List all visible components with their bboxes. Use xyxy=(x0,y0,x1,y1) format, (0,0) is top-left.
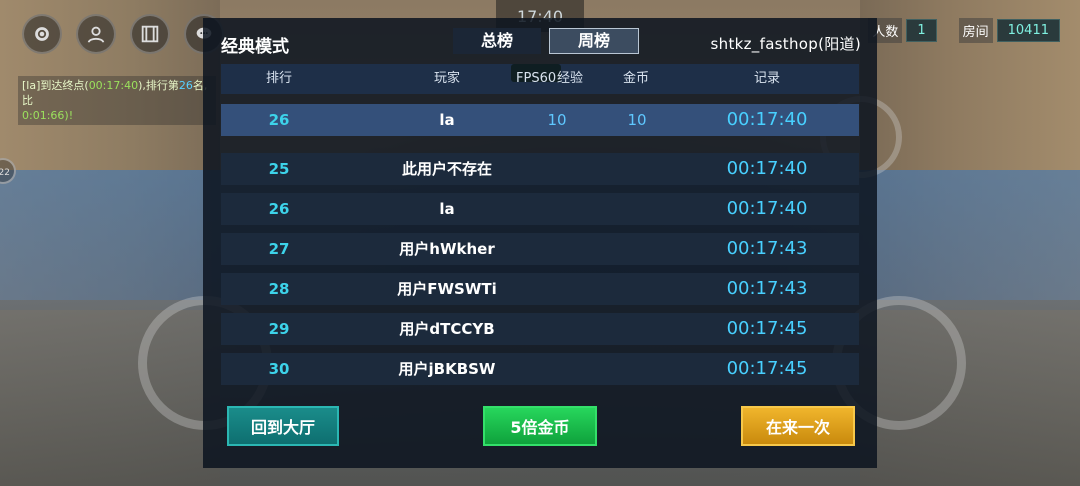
top-left-toolbar xyxy=(22,14,224,54)
players-stat: 人数 1 xyxy=(868,18,937,43)
table-row: 29 用户dTCCYB 00:17:45 xyxy=(221,313,859,345)
my-gold: 10 xyxy=(627,111,647,129)
header-gold: 金币 xyxy=(623,71,650,86)
room-stat: 房间 10411 xyxy=(958,18,1060,43)
header-exp: 经验 xyxy=(557,71,584,86)
row-player: 用户FWSWTi xyxy=(397,280,497,298)
chat-player-name: [la] xyxy=(22,79,41,92)
row-time: 00:17:40 xyxy=(726,158,808,179)
table-header: 排行 玩家 FPS60 经验 金币 记录 xyxy=(221,64,859,94)
my-name: la xyxy=(439,111,455,129)
row-time: 00:17:40 xyxy=(726,198,808,219)
my-rank-row: 26 la 10 10 00:17:40 xyxy=(221,104,859,136)
map-name: shtkz_fasthop(阳道) xyxy=(710,35,861,53)
row-rank: 27 xyxy=(268,240,290,258)
row-player: 此用户不存在 xyxy=(401,160,492,178)
settings-gear-icon[interactable] xyxy=(22,14,62,54)
tab-weekly[interactable]: 周榜 xyxy=(549,28,639,54)
mode-title: 经典模式 xyxy=(221,37,289,57)
play-again-button[interactable]: 在来一次 xyxy=(741,406,855,446)
row-rank: 28 xyxy=(268,280,290,298)
table-row: 28 用户FWSWTi 00:17:43 xyxy=(221,273,859,305)
my-rank: 26 xyxy=(268,111,290,129)
fps-badge: FPS60 xyxy=(511,64,562,86)
room-label: 房间 xyxy=(958,18,993,43)
table-row: 25 此用户不存在 00:17:40 xyxy=(221,153,859,185)
five-times-gold-button[interactable]: 5倍金币 xyxy=(483,406,597,446)
row-player: 用户hWkher xyxy=(399,240,495,258)
row-time: 00:17:43 xyxy=(726,278,808,299)
table-row: 30 用户jBKBSW 00:17:45 xyxy=(221,353,859,385)
row-time: 00:17:45 xyxy=(726,358,808,379)
profile-icon[interactable] xyxy=(76,14,116,54)
row-player: 用户jBKBSW xyxy=(398,360,496,378)
header-record: 记录 xyxy=(753,71,780,86)
room-stats: 人数 1 房间 10411 xyxy=(868,18,1060,43)
tab-overall[interactable]: 总榜 xyxy=(453,28,541,54)
chat-text-4: 0:01:66)! xyxy=(22,109,74,122)
row-player: la xyxy=(439,200,455,218)
row-rank: 30 xyxy=(268,360,290,378)
row-player: 用户dTCCYB xyxy=(399,320,495,338)
chat-text-2: ),排行第 xyxy=(138,79,179,92)
header-rank: 排行 xyxy=(265,71,292,86)
row-rank: 26 xyxy=(268,200,290,218)
film-icon[interactable] xyxy=(130,14,170,54)
leaderboard-tabs: 总榜 周榜 xyxy=(453,28,639,54)
row-time: 00:17:43 xyxy=(726,238,808,259)
table-row: 27 用户hWkher 00:17:43 xyxy=(221,233,859,265)
table-row: 26 la 00:17:40 xyxy=(221,193,859,225)
back-to-lobby-button[interactable]: 回到大厅 xyxy=(227,406,339,446)
players-value: 1 xyxy=(906,19,937,42)
my-time: 00:17:40 xyxy=(726,109,808,130)
chat-text-1: 到达终点( xyxy=(40,79,89,92)
chat-message: [la]到达终点(00:17:40),排行第26名,比 0:01:66)! xyxy=(18,76,216,125)
chat-rank: 26 xyxy=(178,79,193,92)
leaderboard-panel: 经典模式 总榜 周榜 shtkz_fasthop(阳道) 排行 玩家 FPS60… xyxy=(203,18,877,468)
row-time: 00:17:45 xyxy=(726,318,808,339)
chat-time: 00:17:40 xyxy=(88,79,139,92)
room-value: 10411 xyxy=(996,19,1060,42)
row-rank: 25 xyxy=(268,160,290,178)
my-exp: 10 xyxy=(547,111,567,129)
row-rank: 29 xyxy=(268,320,290,338)
